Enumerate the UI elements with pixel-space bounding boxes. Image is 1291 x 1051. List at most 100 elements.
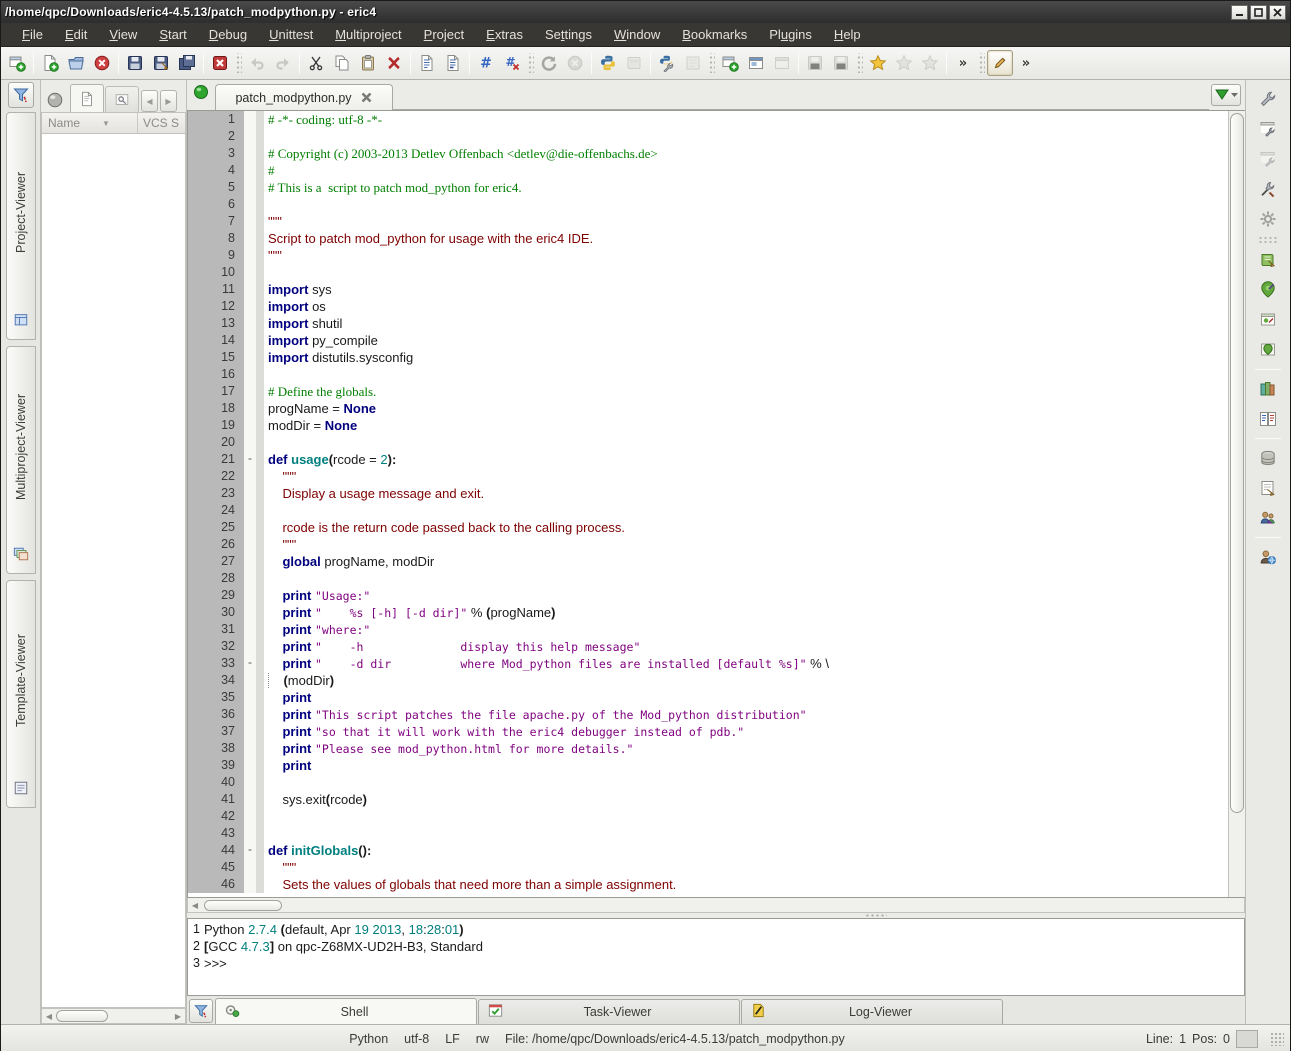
menu-bookmarks[interactable]: Bookmarks <box>671 24 758 45</box>
toggle-bookmark-icon[interactable]: # <box>473 50 499 76</box>
line-number[interactable]: 46 <box>188 876 244 893</box>
line-number[interactable]: 38 <box>188 740 244 757</box>
goto-brace-icon[interactable] <box>440 50 466 76</box>
line-number[interactable]: 22 <box>188 468 244 485</box>
paste-icon[interactable] <box>355 50 381 76</box>
new-view-icon[interactable] <box>717 50 743 76</box>
preferences-gear-icon[interactable] <box>1255 206 1281 232</box>
bottom-tab-log-viewer[interactable]: Log-Viewer <box>741 999 1003 1024</box>
debug-target-icon[interactable] <box>1255 277 1281 303</box>
database-icon[interactable] <box>1255 445 1281 471</box>
line-number[interactable]: 44 <box>188 842 244 859</box>
new-file-icon[interactable] <box>37 50 63 76</box>
line-number[interactable]: 3 <box>188 145 244 162</box>
line-number[interactable]: 26 <box>188 536 244 553</box>
line-number[interactable]: 17 <box>188 383 244 400</box>
goto-line-icon[interactable] <box>414 50 440 76</box>
clear-bookmarks-icon[interactable]: # <box>499 50 525 76</box>
configure-tools-icon[interactable] <box>1255 176 1281 202</box>
line-number[interactable]: 20 <box>188 434 244 451</box>
line-number[interactable]: 18 <box>188 400 244 417</box>
menu-window[interactable]: Window <box>603 24 671 45</box>
menu-settings[interactable]: Settings <box>534 24 603 45</box>
filter-icon[interactable] <box>189 999 213 1023</box>
save-all-icon[interactable] <box>174 50 200 76</box>
line-number[interactable]: 45 <box>188 859 244 876</box>
menu-extras[interactable]: Extras <box>475 24 534 45</box>
line-number[interactable]: 28 <box>188 570 244 587</box>
edit-note-icon[interactable] <box>1255 475 1281 501</box>
close-button[interactable] <box>1269 5 1286 20</box>
editor-vscrollbar[interactable] <box>1228 111 1245 897</box>
line-number[interactable]: 19 <box>188 417 244 434</box>
fold-marker-icon[interactable]: - <box>244 451 256 468</box>
save-as-icon[interactable] <box>148 50 174 76</box>
tab-close-icon[interactable] <box>360 91 373 104</box>
line-number[interactable]: 25 <box>188 519 244 536</box>
vscroll-thumb[interactable] <box>1230 113 1244 813</box>
user-tools-icon[interactable] <box>1255 505 1281 531</box>
menu-file[interactable]: File <box>11 24 54 45</box>
line-number[interactable]: 34 <box>188 672 244 689</box>
menu-start[interactable]: Start <box>148 24 197 45</box>
sidebar-tab-template-viewer[interactable]: Template-Viewer <box>6 580 36 808</box>
editor-tab[interactable]: patch_modpython.py <box>215 84 393 110</box>
toolbar-overflow-icon[interactable]: » <box>950 50 976 76</box>
line-number[interactable]: 9 <box>188 247 244 264</box>
bookmark-star-icon[interactable] <box>865 50 891 76</box>
fold-marker-icon[interactable]: - <box>244 842 256 859</box>
menu-help[interactable]: Help <box>823 24 872 45</box>
line-number[interactable]: 32 <box>188 638 244 655</box>
line-number[interactable]: 1 <box>188 111 244 128</box>
menu-unittest[interactable]: Unittest <box>258 24 324 45</box>
tab-scroll-left-button[interactable]: ◀ <box>141 90 158 112</box>
edit-mode-icon[interactable] <box>987 50 1013 76</box>
minimize-button[interactable] <box>1231 5 1248 20</box>
toolbar-drag-handle[interactable] <box>1258 236 1278 243</box>
sidebar-tab-multiproject-viewer[interactable]: Multiproject-Viewer <box>6 346 36 574</box>
bottom-tab-task-viewer[interactable]: Task-Viewer <box>478 999 740 1024</box>
column-header-name[interactable]: Name ▼ <box>42 113 138 133</box>
run-script-icon[interactable] <box>595 50 621 76</box>
compare-files-icon[interactable] <box>1255 406 1281 432</box>
resize-grip[interactable] <box>1270 1032 1284 1046</box>
code-editor[interactable]: 1# -*- coding: utf-8 -*-23# Copyright (c… <box>187 110 1245 898</box>
project-properties-icon[interactable] <box>1255 247 1281 273</box>
line-number[interactable]: 23 <box>188 485 244 502</box>
project-browser-tab[interactable] <box>105 86 139 112</box>
debug-window-icon[interactable] <box>1255 337 1281 363</box>
toolbar-overflow-icon[interactable]: » <box>1013 50 1039 76</box>
scroll-left-icon[interactable]: ◀ <box>42 1012 56 1021</box>
line-number[interactable]: 11 <box>188 281 244 298</box>
scroll-right-icon[interactable]: ▶ <box>171 1012 185 1021</box>
menu-project[interactable]: Project <box>413 24 475 45</box>
line-number[interactable]: 37 <box>188 723 244 740</box>
documentation-icon[interactable] <box>1255 376 1281 402</box>
arrange-windows-icon[interactable] <box>743 50 769 76</box>
filter-icon[interactable] <box>8 82 34 108</box>
window-tools-icon[interactable] <box>1255 116 1281 142</box>
line-number[interactable]: 15 <box>188 349 244 366</box>
menu-debug[interactable]: Debug <box>198 24 258 45</box>
sidebar-tab-project-viewer[interactable]: Project-Viewer <box>6 112 36 340</box>
copy-icon[interactable] <box>329 50 355 76</box>
project-sources-tab[interactable] <box>70 84 104 112</box>
shell-panel[interactable]: 1Python 2.7.4 (default, Apr 19 2013, 18:… <box>187 918 1245 996</box>
editor-hscrollbar[interactable]: ◀ <box>187 898 1245 913</box>
project-tree-header[interactable]: Name ▼ VCS S <box>41 112 186 134</box>
toolbar-drag-handle[interactable] <box>527 53 534 73</box>
user-network-icon[interactable] <box>1255 544 1281 570</box>
menu-edit[interactable]: Edit <box>54 24 98 45</box>
toolbar-drag-handle[interactable] <box>856 53 863 73</box>
fold-marker-icon[interactable]: - <box>244 655 256 672</box>
menu-plugins[interactable]: Plugins <box>758 24 823 45</box>
scroll-left-icon[interactable]: ◀ <box>188 901 202 910</box>
maximize-button[interactable] <box>1250 5 1267 20</box>
line-number[interactable]: 16 <box>188 366 244 383</box>
menu-view[interactable]: View <box>98 24 148 45</box>
toolbar-drag-handle[interactable] <box>708 53 715 73</box>
line-number[interactable]: 36 <box>188 706 244 723</box>
tab-list-dropdown-button[interactable] <box>1211 84 1241 106</box>
line-number[interactable]: 4 <box>188 162 244 179</box>
toolbar-drag-handle[interactable] <box>235 53 242 73</box>
